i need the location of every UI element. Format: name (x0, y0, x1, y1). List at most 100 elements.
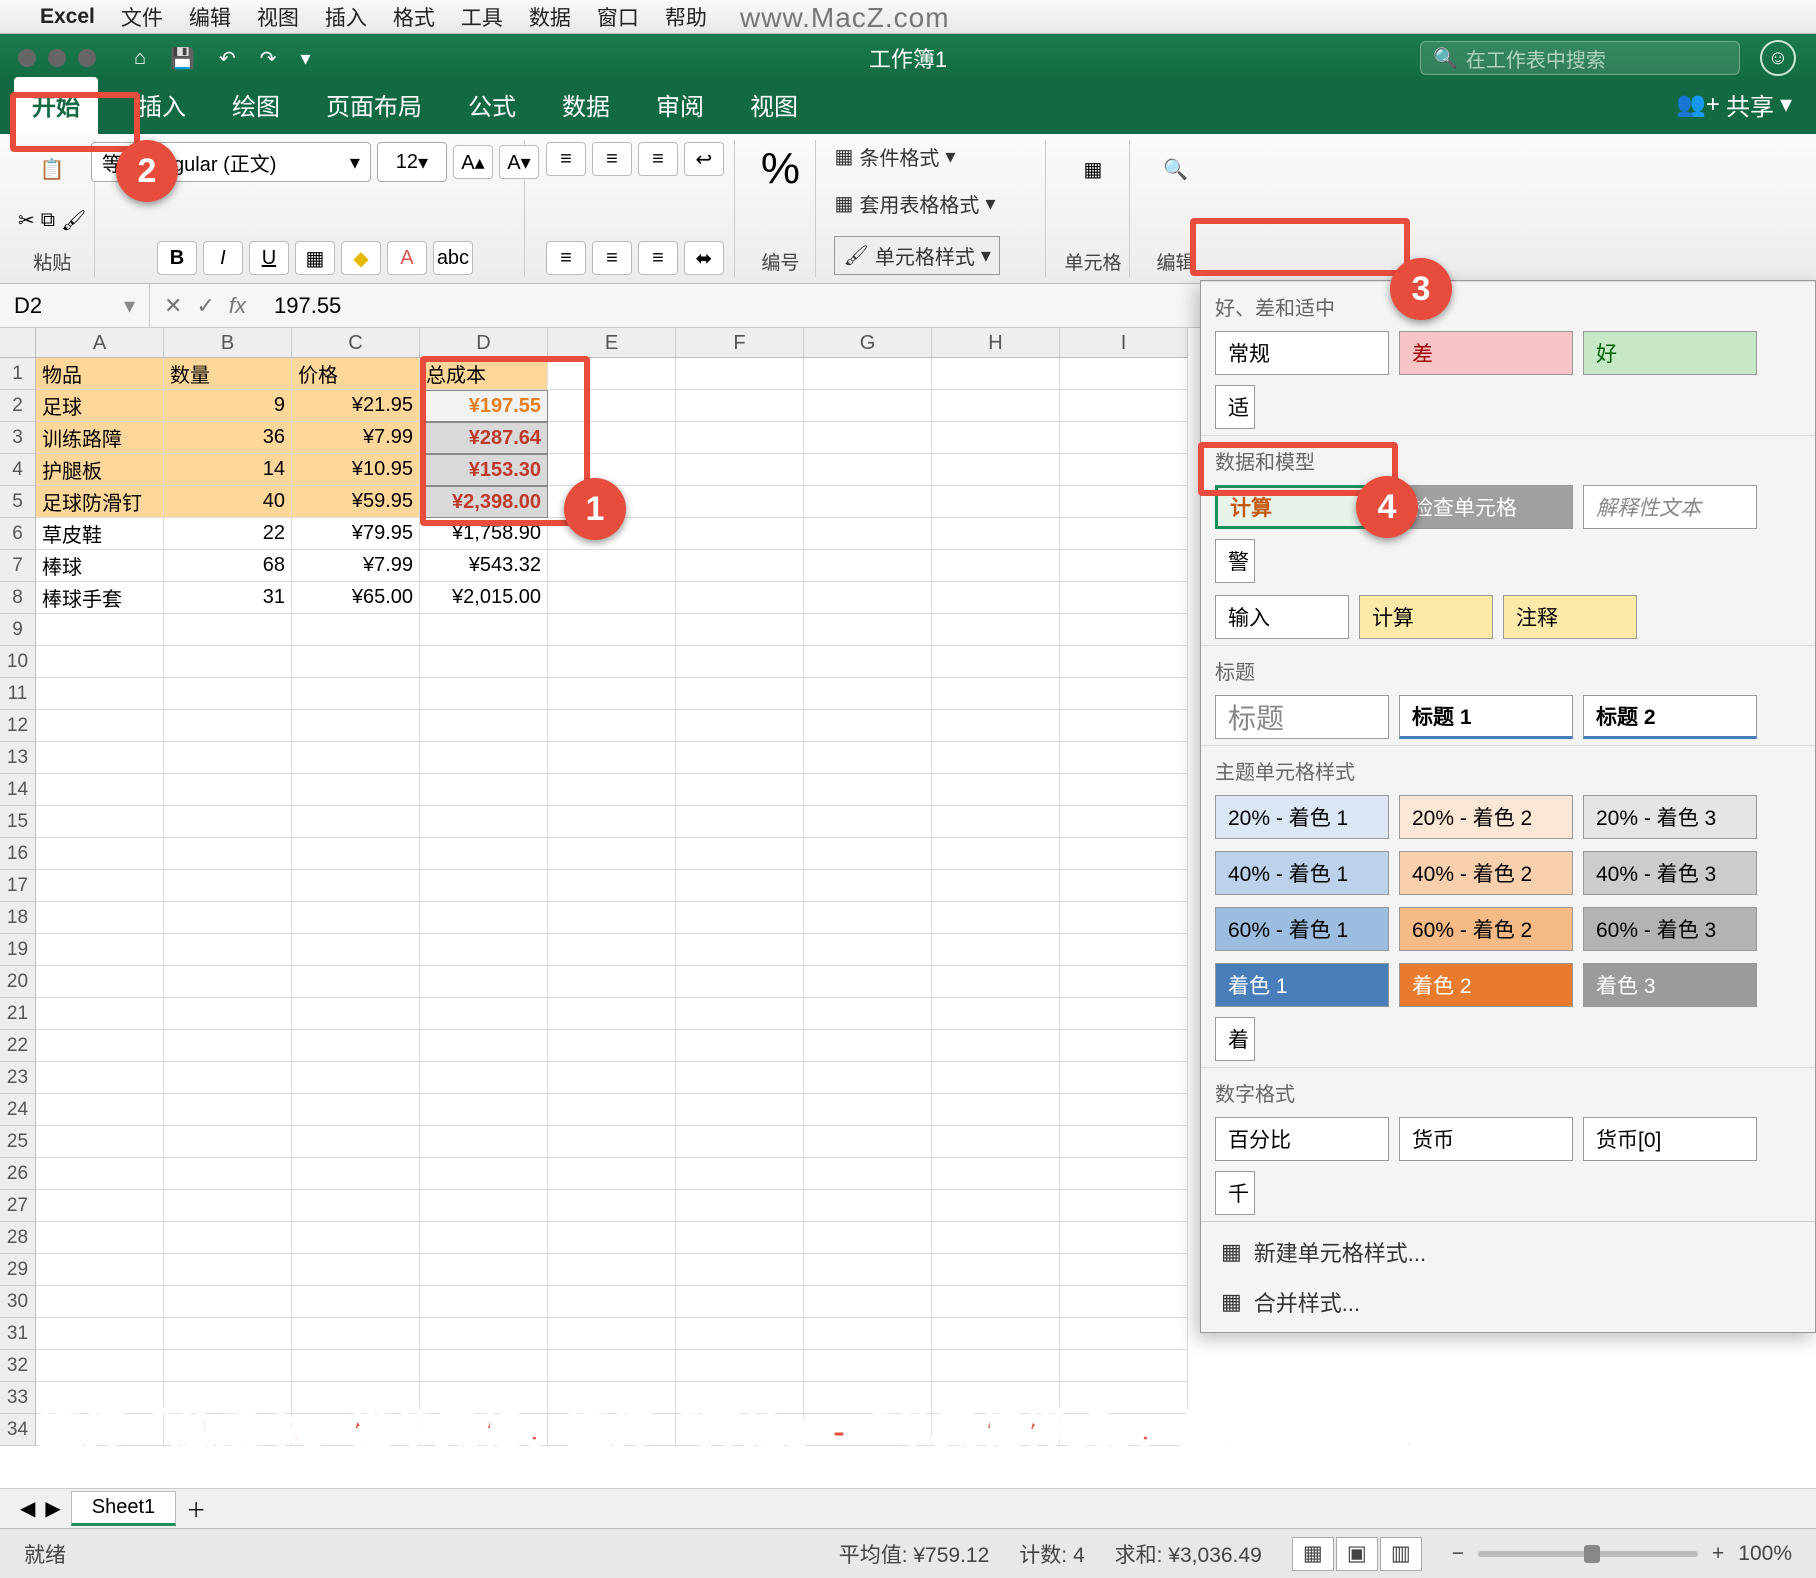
menu-window[interactable]: 窗口 (597, 2, 639, 32)
cell[interactable] (804, 390, 932, 422)
sheet-nav-next-icon[interactable]: ▶ (45, 1496, 60, 1521)
menu-data[interactable]: 数据 (529, 2, 571, 32)
col-header[interactable]: D (420, 328, 548, 357)
name-box[interactable]: D2▾ (0, 284, 150, 327)
cell[interactable] (1060, 1030, 1188, 1062)
cell[interactable] (292, 966, 420, 998)
cell[interactable] (804, 646, 932, 678)
style-swatch[interactable]: 20% - 着色 3 (1583, 795, 1757, 839)
row-header[interactable]: 31 (0, 1318, 35, 1350)
cell[interactable] (804, 422, 932, 454)
cell[interactable] (932, 1030, 1060, 1062)
cell[interactable] (36, 1318, 164, 1350)
cell[interactable] (292, 742, 420, 774)
cell[interactable] (548, 454, 676, 486)
row-header[interactable]: 25 (0, 1126, 35, 1158)
menu-view[interactable]: 视图 (257, 2, 299, 32)
cell[interactable] (676, 1158, 804, 1190)
cell[interactable] (804, 550, 932, 582)
cell[interactable] (932, 550, 1060, 582)
cell[interactable] (804, 614, 932, 646)
cell[interactable] (36, 806, 164, 838)
cell[interactable] (932, 390, 1060, 422)
cell[interactable]: 棒球手套 (36, 582, 164, 614)
cell[interactable] (1060, 870, 1188, 902)
row-header[interactable]: 20 (0, 966, 35, 998)
app-name[interactable]: Excel (40, 5, 95, 29)
cell[interactable] (932, 838, 1060, 870)
style-swatch[interactable]: 解释性文本 (1583, 485, 1757, 529)
cell[interactable] (164, 614, 292, 646)
cell[interactable] (36, 1158, 164, 1190)
cell[interactable]: 训练路障 (36, 422, 164, 454)
cell[interactable] (292, 1350, 420, 1382)
cell[interactable] (932, 1222, 1060, 1254)
cell[interactable] (164, 1062, 292, 1094)
tab-formula[interactable]: 公式 (462, 77, 522, 134)
cell[interactable] (548, 358, 676, 390)
cell[interactable]: 物品 (36, 358, 164, 390)
cell[interactable]: 棒球 (36, 550, 164, 582)
cell[interactable] (676, 1126, 804, 1158)
wrap-text-icon[interactable]: ↩ (684, 142, 724, 176)
cell[interactable] (420, 646, 548, 678)
row-header[interactable]: 7 (0, 550, 35, 582)
cell[interactable] (804, 1030, 932, 1062)
cell[interactable]: ¥197.55 (420, 390, 548, 422)
view-toggles[interactable]: ▦ ▣ ▥ (1292, 1537, 1422, 1571)
cell[interactable]: 足球防滑钉 (36, 486, 164, 518)
cell[interactable] (932, 1318, 1060, 1350)
cell[interactable]: 数量 (164, 358, 292, 390)
style-swatch[interactable]: 千 (1215, 1171, 1255, 1215)
cell[interactable] (36, 710, 164, 742)
cell[interactable] (164, 934, 292, 966)
cell[interactable] (36, 646, 164, 678)
cell[interactable] (420, 1190, 548, 1222)
cell[interactable] (932, 998, 1060, 1030)
cell[interactable] (932, 678, 1060, 710)
cell[interactable]: ¥10.95 (292, 454, 420, 486)
cell[interactable] (420, 1254, 548, 1286)
confirm-edit-icon[interactable]: ✓ (196, 293, 214, 319)
menu-help[interactable]: 帮助 (665, 2, 707, 32)
cell[interactable] (1060, 486, 1188, 518)
cell[interactable]: ¥1,758.90 (420, 518, 548, 550)
cell[interactable] (420, 870, 548, 902)
cell[interactable] (292, 1318, 420, 1350)
cell[interactable] (36, 614, 164, 646)
cell[interactable] (164, 1222, 292, 1254)
cell[interactable] (164, 678, 292, 710)
cell[interactable] (36, 1254, 164, 1286)
cell[interactable] (804, 806, 932, 838)
cell[interactable] (164, 838, 292, 870)
cell[interactable] (1060, 422, 1188, 454)
cell[interactable] (36, 870, 164, 902)
row-header[interactable]: 19 (0, 934, 35, 966)
menu-format[interactable]: 格式 (393, 2, 435, 32)
cell[interactable] (676, 1222, 804, 1254)
cell[interactable] (1060, 1094, 1188, 1126)
row-header[interactable]: 21 (0, 998, 35, 1030)
style-swatch[interactable]: 40% - 着色 1 (1215, 851, 1389, 895)
cell[interactable] (420, 902, 548, 934)
cell[interactable] (932, 870, 1060, 902)
cell[interactable] (548, 1158, 676, 1190)
align-center-icon[interactable]: ≡ (592, 241, 632, 275)
account-icon[interactable]: ☺ (1760, 40, 1796, 76)
font-size-picker[interactable]: 12 ▾ (377, 142, 447, 182)
row-header[interactable]: 26 (0, 1158, 35, 1190)
style-swatch[interactable]: 40% - 着色 2 (1399, 851, 1573, 895)
cell[interactable]: ¥2,015.00 (420, 582, 548, 614)
row-header[interactable]: 33 (0, 1382, 35, 1414)
cell[interactable] (420, 998, 548, 1030)
cell[interactable] (548, 1222, 676, 1254)
row-header[interactable]: 3 (0, 422, 35, 454)
style-swatch[interactable]: 常规 (1215, 331, 1389, 375)
cell[interactable] (1060, 902, 1188, 934)
cell[interactable] (164, 806, 292, 838)
cell[interactable] (292, 710, 420, 742)
cell[interactable] (804, 966, 932, 998)
grow-font-icon[interactable]: A▴ (453, 145, 493, 179)
cell[interactable] (932, 966, 1060, 998)
align-bottom-icon[interactable]: ≡ (638, 142, 678, 176)
